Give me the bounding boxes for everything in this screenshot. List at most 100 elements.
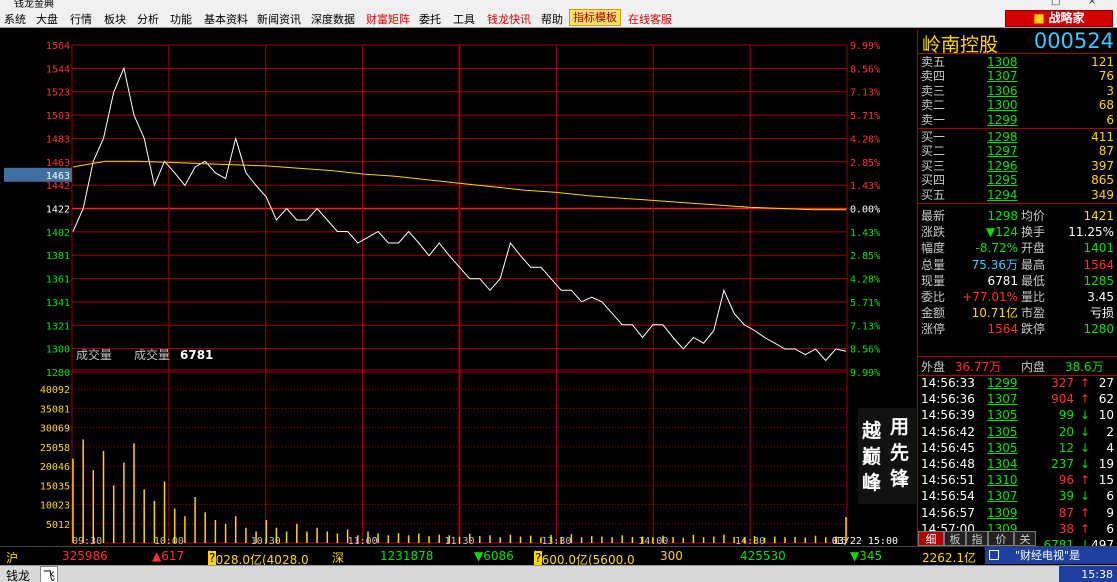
tick-row: 14:56:45 1305 12 ↓ 4	[921, 441, 1116, 455]
stat-label: 金额	[921, 306, 946, 321]
i300-index[interactable]: 425530	[740, 549, 786, 563]
menu-item[interactable]: 大盘	[36, 11, 58, 27]
volume-tick-label: 35081	[40, 404, 70, 415]
price-tick-label: 1442	[46, 181, 70, 192]
orderbook-label: 买一	[921, 130, 946, 144]
menu-item[interactable]: 工具	[453, 11, 475, 27]
promo-banner[interactable]: 用 越 先 巅 锋 峰	[858, 408, 916, 504]
orderbook-price: 1294	[987, 187, 1018, 202]
stat-value: 1401	[1083, 241, 1114, 256]
panel-tab[interactable]: 关	[1014, 531, 1036, 546]
orderbook-label: 买二	[921, 144, 946, 159]
stat-label: 委比	[921, 290, 946, 304]
tick-direction-icon: ↓	[1079, 440, 1090, 455]
menu-item[interactable]: 系统	[4, 11, 26, 27]
panel-tab[interactable]: 细	[918, 531, 944, 546]
orderbook-volume: 397	[1091, 158, 1114, 173]
menu-item[interactable]: 在线客服	[628, 11, 672, 27]
menu-item[interactable]: 帮助	[541, 11, 563, 27]
orderbook-label: 卖五	[921, 55, 946, 69]
orderbook-volume: 6	[1106, 112, 1114, 127]
pct-tick-label: 5.71%	[850, 111, 880, 122]
intraday-chart[interactable]: 1564 9.99% 1544 8.56% 1523 7.13% 1503 5.71% 1483…	[0, 30, 915, 546]
strategist-button[interactable]: ■ 战略家	[1005, 10, 1113, 27]
close-button[interactable]: ×	[1088, 0, 1096, 7]
stat-label: 最新	[921, 209, 946, 223]
tick-price: 1305	[987, 408, 1018, 423]
pct-tick-label: 5.71%	[850, 298, 880, 309]
current-volume: 6781	[180, 348, 213, 362]
orderbook-row[interactable]: 卖三 1306 3	[921, 84, 1116, 98]
maximize-button[interactable]: □	[1051, 0, 1060, 7]
price-tick-label: 1280	[46, 368, 70, 379]
tick-volume: 327	[1051, 376, 1074, 390]
chart-canvas[interactable]: 1564 9.99% 1544 8.56% 1523 7.13% 1503 5.71% 1483…	[0, 30, 915, 546]
tick-price: 1304	[987, 457, 1018, 471]
price-tick-label: 1361	[46, 275, 70, 286]
orderbook-label: 卖四	[921, 69, 946, 84]
menu-item[interactable]: 财富矩阵	[366, 11, 410, 27]
pct-tick-label: 4.28%	[850, 275, 880, 286]
orderbook-row[interactable]: 买五 1294 349	[921, 188, 1116, 202]
tick-count: 4	[1106, 440, 1114, 455]
price-tick-label: 1523	[46, 88, 70, 99]
tick-time: 14:56:33	[921, 376, 975, 390]
orderbook-price: 1299	[987, 112, 1018, 127]
tick-direction-icon: ↓	[1079, 489, 1090, 504]
orderbook-volume: 121	[1091, 55, 1114, 69]
orderbook-row[interactable]: 卖二 1300 68	[921, 98, 1116, 112]
volume-tick-label: 5012	[46, 520, 70, 531]
orderbook-row[interactable]: 卖四 1307 76	[921, 69, 1116, 83]
menu-item[interactable]: 委托	[419, 11, 441, 27]
menu-item[interactable]: 行情	[70, 11, 92, 27]
menu-item[interactable]: 深度数据	[311, 11, 355, 27]
help-icon: ?	[208, 551, 217, 565]
index-bar: 沪 325986 ▲617 4028.0亿(4028.0?) 深 1231878…	[0, 546, 1117, 567]
orderbook-row[interactable]: 买二 1297 87	[921, 144, 1116, 158]
orderbook-row[interactable]: 买四 1295 865	[921, 173, 1116, 187]
orderbook-row[interactable]: 买三 1296 397	[921, 159, 1116, 173]
time-tick-label: 09:30	[72, 536, 102, 546]
menu-item[interactable]: 钱龙快讯	[487, 11, 531, 27]
panel-tab[interactable]: 板	[944, 531, 966, 546]
tick-count: 2	[1106, 424, 1114, 439]
stats-row: 委比 +77.01% 量比 3.45	[921, 290, 1116, 304]
panel-tab[interactable]: 指	[966, 531, 988, 546]
orderbook-separator	[918, 203, 1117, 204]
menu-item[interactable]: 分析	[137, 11, 159, 27]
price-tick-label: 1341	[46, 298, 70, 309]
panel-tab[interactable]: 价	[988, 531, 1014, 546]
stats-row: 最新 1298 均价 1421	[921, 209, 1116, 223]
menu-item[interactable]: 新闻资讯	[257, 11, 301, 27]
sz-index[interactable]: 1231878	[380, 549, 433, 563]
tv-icon	[989, 550, 999, 560]
orderbook-row[interactable]: 卖五 1308 121	[921, 55, 1116, 69]
stat-value: 1285	[1083, 273, 1114, 288]
time-tick-label: 10:00	[154, 536, 184, 546]
stat-label: 量比	[1021, 290, 1046, 304]
orderbook-row[interactable]: 卖一 1299 6	[921, 113, 1116, 127]
tick-price: 1299	[987, 376, 1018, 390]
menu-item[interactable]: 指标模板	[569, 9, 621, 26]
menu-item[interactable]: 板块	[104, 11, 126, 27]
sh-index[interactable]: 325986	[62, 549, 108, 563]
volume-title: 成交量	[76, 347, 112, 362]
stat-label: 最高	[1021, 257, 1046, 272]
price-tick-label: 1503	[46, 111, 70, 122]
outer-value: 36.77万	[954, 360, 1002, 374]
command-input[interactable]: 飞	[40, 566, 59, 582]
stat-label: 换手	[1021, 225, 1046, 240]
stat-label: 开盘	[1021, 241, 1046, 256]
menu-item[interactable]: 基本资料	[204, 11, 248, 27]
tick-volume: 12	[1058, 440, 1074, 455]
orderbook-volume: 411	[1091, 130, 1114, 144]
orderbook-row[interactable]: 买一 1298 411	[921, 130, 1116, 144]
time-tick-label: 11:00	[348, 536, 378, 546]
pct-tick-label: 2.85%	[850, 251, 880, 262]
stat-value: 1564	[987, 322, 1018, 337]
menu-item[interactable]: 功能	[170, 11, 192, 27]
news-ticker[interactable]: "财经电视"是	[985, 547, 1117, 564]
pct-tick-label: 9.99%	[850, 368, 880, 379]
clock: 15:38	[1059, 566, 1117, 582]
stat-value: 1421	[1083, 209, 1114, 223]
